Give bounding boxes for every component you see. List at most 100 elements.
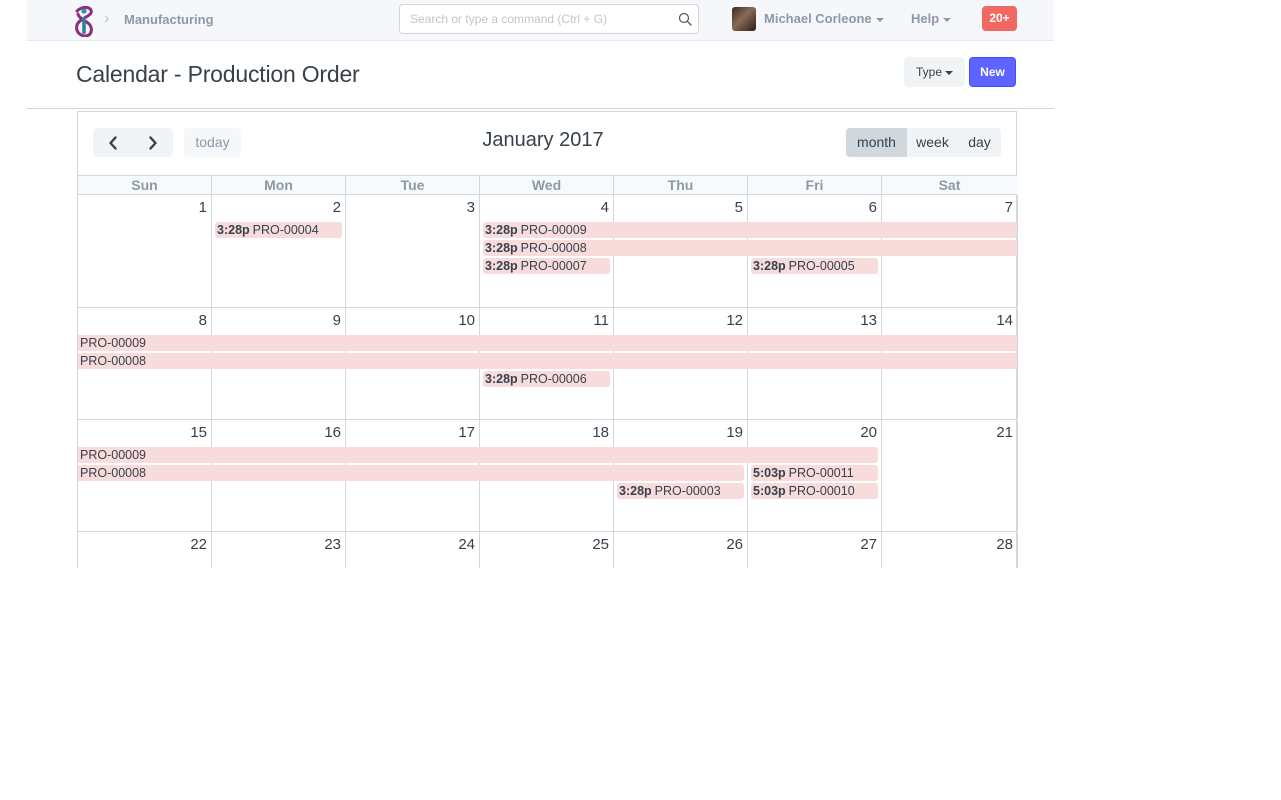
calendar-event[interactable]: 3:28p PRO-00005 — [751, 258, 878, 274]
day-number[interactable]: 2 — [333, 199, 341, 216]
page-title: Calendar - Production Order — [76, 61, 360, 87]
calendar-nav-group — [93, 128, 173, 157]
day-number[interactable]: 10 — [458, 312, 475, 329]
today-button[interactable]: today — [184, 128, 241, 157]
week-row: 8 9 10 11 12 13 14 PRO-00009 PRO-00008 3:28p PRO-0… — [77, 308, 1018, 420]
day-number[interactable]: 27 — [860, 536, 877, 553]
day-number[interactable]: 23 — [324, 536, 341, 553]
day-number[interactable]: 17 — [458, 424, 475, 441]
day-number[interactable]: 25 — [592, 536, 609, 553]
day-cell[interactable]: 23 — [211, 532, 345, 568]
calendar-event[interactable]: PRO-00009 — [78, 335, 1017, 351]
day-number[interactable]: 4 — [601, 199, 609, 216]
day-number[interactable]: 28 — [996, 536, 1013, 553]
event-title: PRO-00009 — [520, 223, 587, 237]
day-number[interactable]: 19 — [726, 424, 743, 441]
event-time: 3:28p — [217, 223, 250, 237]
day-cell[interactable]: 22 — [77, 532, 211, 568]
day-number[interactable]: 24 — [458, 536, 475, 553]
day-number[interactable]: 9 — [333, 312, 341, 329]
calendar-event[interactable]: 3:28p PRO-00006 — [483, 371, 610, 387]
event-time: 3:28p — [619, 484, 652, 498]
day-number[interactable]: 11 — [593, 312, 609, 329]
calendar-event[interactable]: 3:28p PRO-00008 — [483, 240, 1017, 256]
caret-down-icon — [945, 70, 953, 75]
search-box — [399, 4, 699, 34]
day-number[interactable]: 1 — [199, 199, 207, 216]
event-title: PRO-00009 — [80, 336, 147, 350]
view-week-button[interactable]: week — [907, 128, 958, 157]
avatar[interactable] — [732, 7, 756, 31]
day-number[interactable]: 6 — [869, 199, 877, 216]
weekday-header: Thu — [613, 176, 747, 195]
view-day-button[interactable]: day — [958, 128, 1001, 157]
calendar-event[interactable]: 5:03p PRO-00011 — [751, 465, 878, 481]
event-title: PRO-00008 — [520, 241, 587, 255]
weekday-header: Wed — [479, 176, 613, 195]
day-number[interactable]: 14 — [996, 312, 1013, 329]
day-number[interactable]: 16 — [324, 424, 341, 441]
chevron-left-icon — [109, 135, 117, 150]
day-cell[interactable]: 25 — [479, 532, 613, 568]
next-month-button[interactable] — [133, 128, 173, 157]
event-title: PRO-00003 — [654, 484, 721, 498]
search-input[interactable] — [400, 5, 660, 33]
caret-down-icon — [943, 17, 952, 22]
day-number[interactable]: 20 — [860, 424, 877, 441]
day-number[interactable]: 12 — [726, 312, 743, 329]
day-number[interactable]: 8 — [199, 312, 207, 329]
day-number[interactable]: 15 — [190, 424, 207, 441]
weekday-header: Sat — [881, 176, 1017, 195]
calendar-event[interactable]: 3:28p PRO-00009 — [483, 222, 1017, 238]
day-cell[interactable]: 24 — [345, 532, 479, 568]
divider — [27, 108, 1054, 109]
day-cell[interactable]: 26 — [613, 532, 747, 568]
day-cell[interactable]: 3 — [345, 195, 479, 307]
calendar-event[interactable]: 3:28p PRO-00004 — [215, 222, 342, 238]
weekday-header-row: Sun Mon Tue Wed Thu Fri Sat — [77, 175, 1017, 195]
navbar: › Manufacturing Michael Corleone Help 20… — [27, 0, 1054, 41]
day-cell[interactable]: 27 — [747, 532, 881, 568]
event-title: PRO-00005 — [788, 259, 855, 273]
calendar-event[interactable]: 3:28p PRO-00003 — [617, 483, 744, 499]
event-time: 3:28p — [485, 241, 518, 255]
day-number[interactable]: 3 — [467, 199, 475, 216]
caret-down-icon — [875, 17, 884, 22]
notifications-badge[interactable]: 20+ — [982, 6, 1017, 31]
calendar-event[interactable]: PRO-00008 — [78, 465, 744, 481]
event-title: PRO-00004 — [252, 223, 319, 237]
event-time: 3:28p — [753, 259, 786, 273]
user-name: Michael Corleone — [764, 11, 872, 26]
calendar-event[interactable]: PRO-00008 — [78, 353, 1017, 369]
week-row: 22 23 24 25 26 27 28 — [77, 532, 1018, 568]
day-cell[interactable]: 28 — [881, 532, 1017, 568]
day-number[interactable]: 18 — [592, 424, 609, 441]
day-cell[interactable]: 1 — [77, 195, 211, 307]
day-number[interactable]: 21 — [996, 424, 1013, 441]
day-cell[interactable]: 2 — [211, 195, 345, 307]
day-number[interactable]: 13 — [860, 312, 877, 329]
day-number[interactable]: 26 — [726, 536, 743, 553]
chevron-right-icon — [149, 135, 157, 150]
breadcrumb-module[interactable]: Manufacturing — [124, 12, 214, 27]
search-icon[interactable] — [678, 12, 692, 26]
calendar-event[interactable]: 3:28p PRO-00007 — [483, 258, 610, 274]
day-number[interactable]: 7 — [1005, 199, 1013, 216]
event-title: PRO-00006 — [520, 372, 587, 386]
user-menu-dropdown[interactable]: Michael Corleone — [764, 11, 884, 26]
day-number[interactable]: 22 — [190, 536, 207, 553]
help-menu-dropdown[interactable]: Help — [911, 11, 952, 26]
type-dropdown-button[interactable]: Type — [904, 57, 965, 87]
new-button[interactable]: New — [969, 57, 1016, 87]
event-time: 5:03p — [753, 466, 786, 480]
help-label: Help — [911, 11, 940, 26]
week-row: 1 2 3 4 5 6 7 3:28p PRO-00004 3:28p PRO-00009 3:28p… — [77, 195, 1018, 308]
day-cell[interactable]: 21 — [881, 420, 1017, 531]
app-logo-icon[interactable] — [73, 5, 95, 37]
view-month-button[interactable]: month — [846, 128, 907, 157]
calendar-event[interactable]: 5:03p PRO-00010 — [751, 483, 878, 499]
day-number[interactable]: 5 — [735, 199, 743, 216]
calendar-event[interactable]: PRO-00009 — [78, 447, 878, 463]
prev-month-button[interactable] — [93, 128, 133, 157]
type-label: Type — [915, 65, 942, 79]
